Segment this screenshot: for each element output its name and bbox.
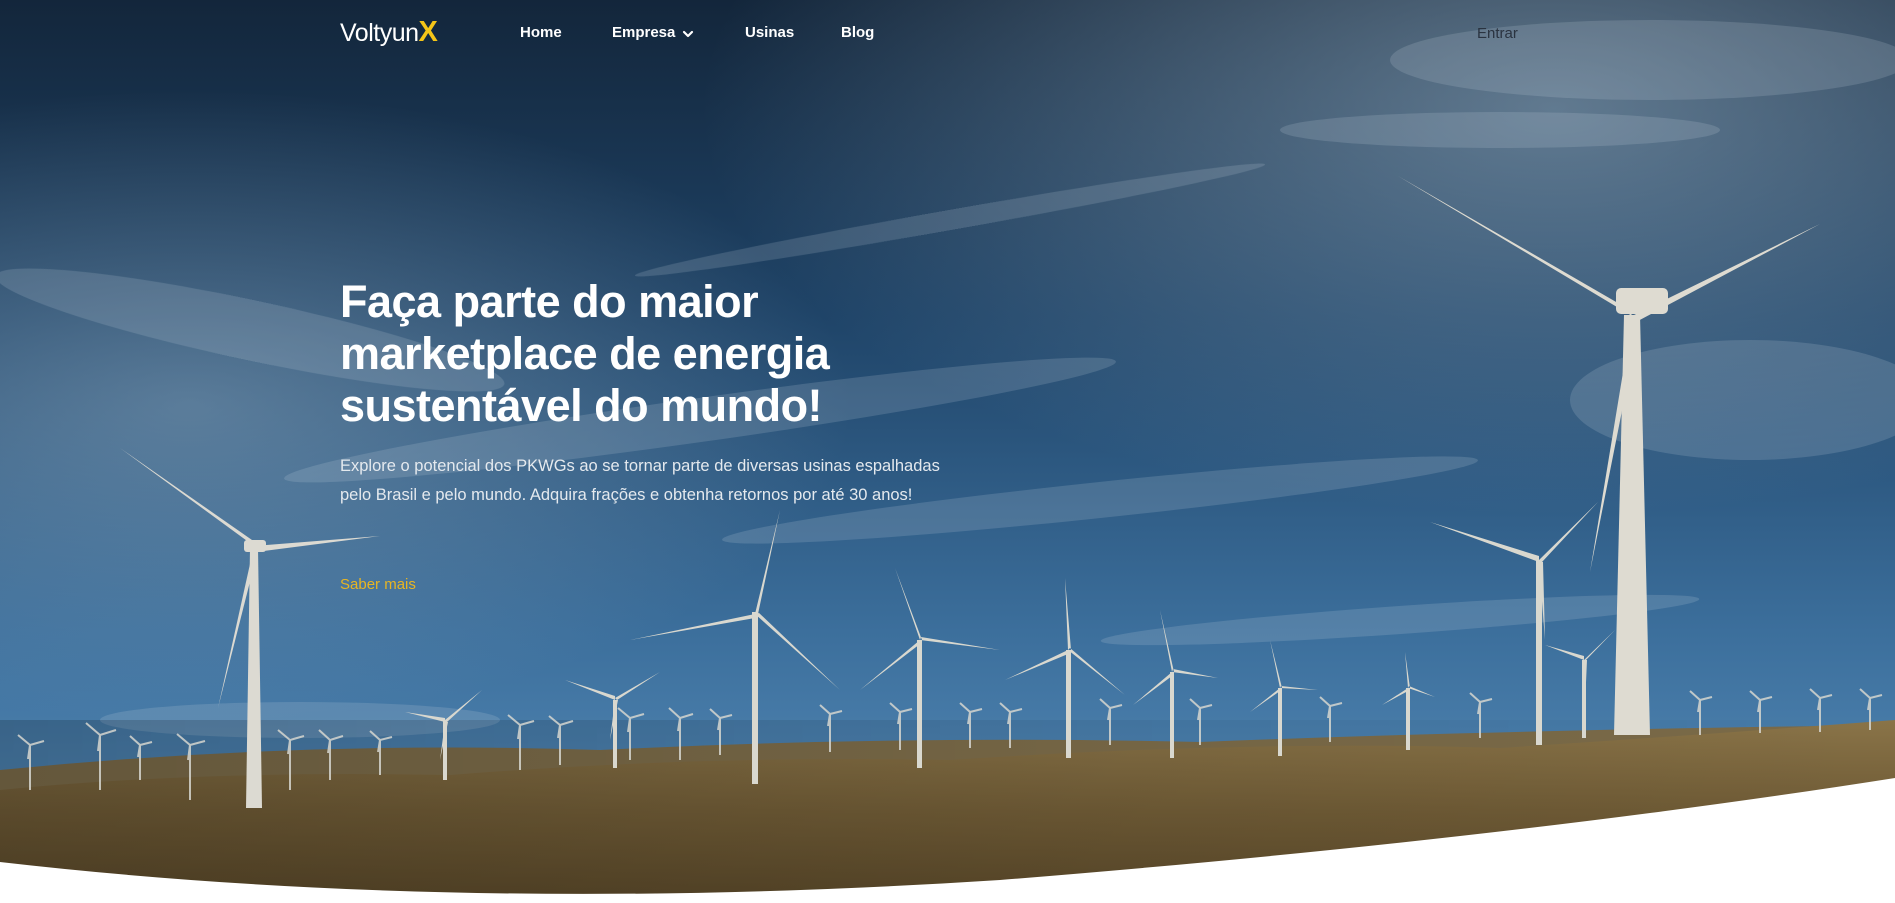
- nav-item-empresa[interactable]: Empresa: [612, 24, 675, 41]
- nav-item-blog[interactable]: Blog: [841, 24, 874, 41]
- nav-item-home[interactable]: Home: [520, 24, 562, 41]
- brand-name-suffix: X: [418, 16, 438, 48]
- brand-name-prefix: Voltyun: [340, 19, 419, 47]
- hero-background-image: [0, 0, 1895, 903]
- top-navigation: VoltyunX Home Empresa Usinas Blog Entrar: [0, 0, 1895, 68]
- nav-item-usinas[interactable]: Usinas: [745, 24, 794, 41]
- hero-section: VoltyunX Home Empresa Usinas Blog Entrar…: [0, 0, 1895, 903]
- hero-title: Faça parte do maior marketplace de energ…: [340, 276, 830, 431]
- login-link[interactable]: Entrar: [1477, 25, 1518, 42]
- saber-mais-link[interactable]: Saber mais: [340, 576, 416, 593]
- chevron-down-icon[interactable]: [681, 27, 695, 41]
- hero-subtitle: Explore o potencial dos PKWGs ao se torn…: [340, 457, 940, 504]
- brand-logo[interactable]: VoltyunX: [340, 16, 438, 49]
